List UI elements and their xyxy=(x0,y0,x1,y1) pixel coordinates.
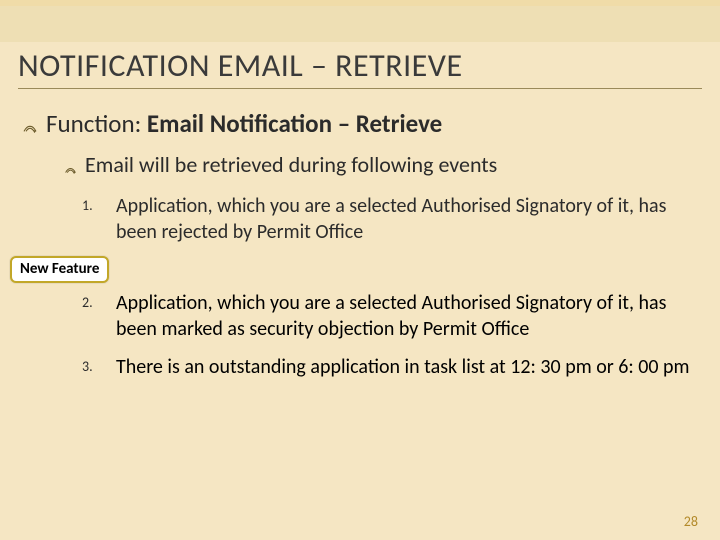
level1-text: Function: Email Notification – Retrieve xyxy=(46,108,442,139)
item-text: Application, which you are a selected Au… xyxy=(116,290,696,342)
slide: NOTIFICATION EMAIL – RETRIEVE Function: … xyxy=(0,0,720,540)
flourish-icon xyxy=(64,157,77,185)
list-item: 3. There is an outstanding application i… xyxy=(82,354,696,380)
list-item: 2. Application, which you are a selected… xyxy=(82,290,696,342)
title-underline xyxy=(18,88,702,89)
list-item: 1. Application, which you are a selected… xyxy=(82,193,696,245)
item-number: 1. xyxy=(82,193,116,215)
item-number: 3. xyxy=(82,354,116,376)
bullet-level-2: Email will be retrieved during following… xyxy=(64,151,696,185)
content-area-lower: 2. Application, which you are a selected… xyxy=(22,290,696,392)
decor-band-upper xyxy=(0,6,720,42)
bullet-level-1: Function: Email Notification – Retrieve xyxy=(22,108,696,145)
slide-title: NOTIFICATION EMAIL – RETRIEVE xyxy=(18,46,702,87)
item-text: Application, which you are a selected Au… xyxy=(116,193,696,245)
content-area: Function: Email Notification – Retrieve … xyxy=(22,108,696,257)
item-text: There is an outstanding application in t… xyxy=(116,354,696,380)
new-feature-badge: New Feature xyxy=(10,256,109,283)
page-number: 28 xyxy=(684,513,698,530)
level1-label: Function: xyxy=(46,108,147,139)
item-number: 2. xyxy=(82,290,116,312)
numbered-list-lower: 2. Application, which you are a selected… xyxy=(82,290,696,380)
numbered-list: 1. Application, which you are a selected… xyxy=(82,193,696,245)
level2-text: Email will be retrieved during following… xyxy=(85,151,497,179)
level1-bold: Email Notification – Retrieve xyxy=(147,108,442,139)
flourish-icon xyxy=(22,114,38,145)
